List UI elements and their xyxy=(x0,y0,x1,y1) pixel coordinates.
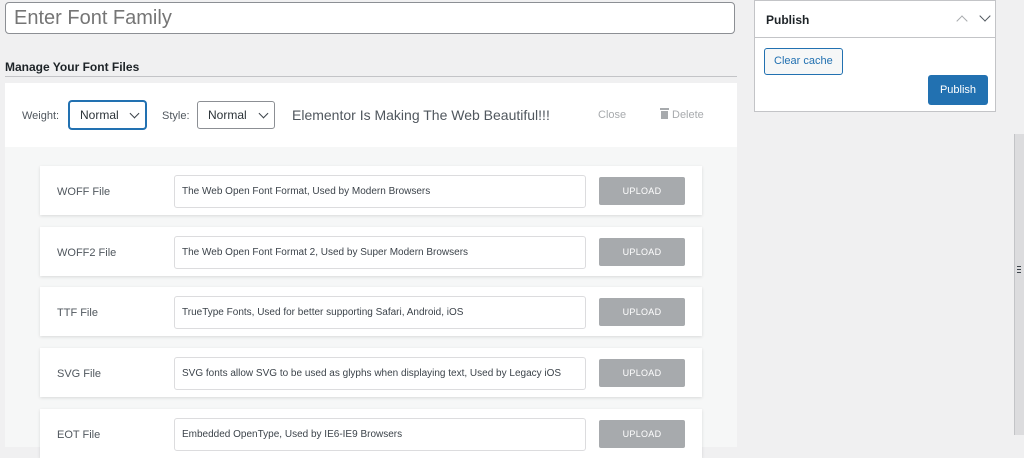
font-files-panel: WOFF File The Web Open Font Format, Used… xyxy=(5,147,737,458)
file-row-woff2: WOFF2 File The Web Open Font Format 2, U… xyxy=(40,227,702,276)
file-url-field[interactable]: TrueType Fonts, Used for better supporti… xyxy=(174,296,586,329)
delete-label: Delete xyxy=(672,109,704,121)
upload-button[interactable]: UPLOAD xyxy=(599,420,685,448)
file-url-field[interactable]: The Web Open Font Format, Used by Modern… xyxy=(174,175,586,208)
trash-icon xyxy=(660,108,669,119)
file-url-field[interactable]: SVG fonts allow SVG to be used as glyphs… xyxy=(174,357,586,390)
file-row-ttf: TTF File TrueType Fonts, Used for better… xyxy=(40,287,702,336)
section-divider xyxy=(5,76,737,77)
upload-button[interactable]: UPLOAD xyxy=(599,238,685,266)
clear-cache-button[interactable]: Clear cache xyxy=(764,48,843,75)
style-select-value: Normal xyxy=(208,108,247,122)
file-row-woff: WOFF File The Web Open Font Format, Used… xyxy=(40,166,702,215)
scrollbar-thumb[interactable] xyxy=(1014,134,1024,435)
publish-metabox: Publish Clear cache Publish xyxy=(754,0,996,112)
upload-button[interactable]: UPLOAD xyxy=(599,298,685,326)
file-row-eot: EOT File Embedded OpenType, Used by IE6-… xyxy=(40,409,702,458)
file-label: SVG File xyxy=(57,368,102,380)
file-label: TTF File xyxy=(57,307,98,319)
font-preview-text: Elementor Is Making The Web Beautiful!!! xyxy=(292,107,550,123)
file-label: WOFF2 File xyxy=(57,247,117,259)
arrow-down-icon[interactable] xyxy=(979,10,991,22)
upload-button[interactable]: UPLOAD xyxy=(599,177,685,205)
font-variation-toolbar: Weight: Normal Style: Normal Elementor I… xyxy=(5,83,737,147)
arrow-up-icon[interactable] xyxy=(956,15,968,27)
weight-label: Weight: xyxy=(22,110,60,122)
close-link[interactable]: Close xyxy=(598,109,626,121)
publish-button[interactable]: Publish xyxy=(928,75,988,105)
file-url-field[interactable]: The Web Open Font Format 2, Used by Supe… xyxy=(174,236,586,269)
section-title: Manage Your Font Files xyxy=(5,60,140,74)
style-select[interactable]: Normal xyxy=(197,101,275,129)
file-label: EOT File xyxy=(57,429,101,441)
font-family-input[interactable] xyxy=(5,2,735,34)
weight-select[interactable]: Normal xyxy=(69,101,146,129)
upload-button[interactable]: UPLOAD xyxy=(599,359,685,387)
style-label: Style: xyxy=(162,110,190,122)
publish-title: Publish xyxy=(766,13,810,27)
chevron-down-icon xyxy=(258,108,269,119)
file-row-svg: SVG File SVG fonts allow SVG to be used … xyxy=(40,348,702,397)
delete-link[interactable]: Delete xyxy=(660,108,704,121)
scrollbar-grip-icon xyxy=(1017,266,1021,267)
file-label: WOFF File xyxy=(57,186,111,198)
publish-header: Publish xyxy=(755,1,995,38)
chevron-down-icon xyxy=(129,108,140,119)
weight-select-value: Normal xyxy=(80,108,119,122)
